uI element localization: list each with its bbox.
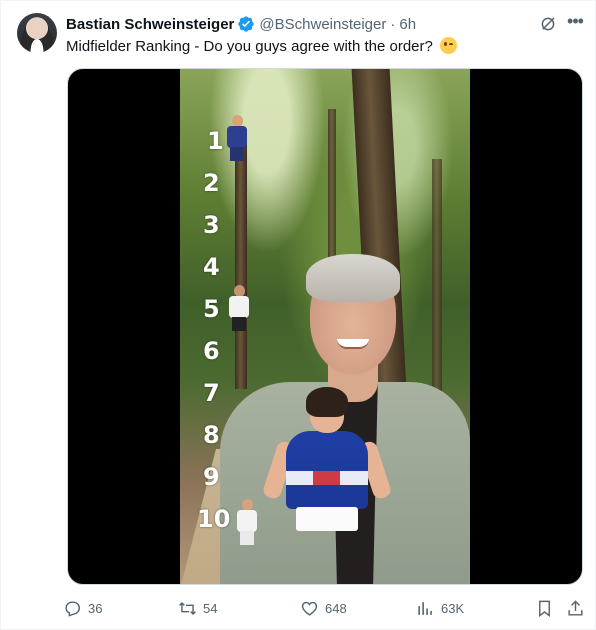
author-handle[interactable]: @BSchweinsteiger bbox=[259, 16, 386, 33]
verified-badge-icon bbox=[238, 16, 255, 32]
like-count: 648 bbox=[325, 600, 347, 616]
player-sticker-featured bbox=[261, 387, 393, 542]
rank-number: 7 bbox=[203, 379, 220, 407]
separator-dot: · bbox=[390, 15, 396, 33]
more-options-icon[interactable]: ••• bbox=[565, 12, 585, 33]
rank-number: 9 bbox=[203, 463, 220, 491]
grok-icon[interactable] bbox=[539, 15, 557, 33]
player-sticker-rank-1 bbox=[224, 115, 250, 163]
tweet-text-content: Midfielder Ranking - Do you guys agree w… bbox=[66, 38, 433, 55]
rank-number: 3 bbox=[203, 211, 220, 239]
share-icon bbox=[568, 599, 583, 616]
winking-face-icon bbox=[440, 37, 458, 54]
bookmark-button[interactable] bbox=[535, 597, 560, 619]
retweet-count: 54 bbox=[203, 600, 218, 616]
tweet-actions: 36 54 648 63K bbox=[63, 597, 593, 619]
reply-icon bbox=[65, 600, 81, 617]
heart-icon bbox=[301, 601, 318, 616]
rank-number: 4 bbox=[203, 253, 220, 281]
tweet-header: Bastian Schweinsteiger @BSchweinsteiger … bbox=[66, 14, 416, 34]
player-sticker-rank-5 bbox=[226, 285, 252, 333]
tweet-card: Bastian Schweinsteiger @BSchweinsteiger … bbox=[0, 0, 596, 630]
video-player[interactable]: 1 2 3 4 5 6 7 8 9 10 bbox=[67, 68, 583, 585]
reply-count: 36 bbox=[88, 600, 103, 616]
author-name[interactable]: Bastian Schweinsteiger bbox=[66, 16, 234, 33]
views-button[interactable]: 63K bbox=[416, 597, 464, 619]
bookmark-icon bbox=[539, 600, 550, 617]
rank-number: 1 bbox=[207, 127, 224, 155]
like-button[interactable]: 648 bbox=[300, 597, 347, 619]
views-chart-icon bbox=[418, 601, 432, 615]
video-frame[interactable]: 1 2 3 4 5 6 7 8 9 10 bbox=[180, 69, 470, 584]
player-sticker-rank-10 bbox=[234, 499, 260, 547]
retweet-button[interactable]: 54 bbox=[178, 597, 217, 619]
tweet-text: Midfielder Ranking - Do you guys agree w… bbox=[66, 37, 458, 57]
reply-button[interactable]: 36 bbox=[63, 597, 102, 619]
views-count: 63K bbox=[441, 600, 465, 616]
avatar[interactable] bbox=[17, 13, 57, 53]
share-button[interactable] bbox=[566, 597, 591, 619]
rank-number: 2 bbox=[203, 169, 220, 197]
rank-number: 5 bbox=[203, 295, 220, 323]
rank-number: 8 bbox=[203, 421, 220, 449]
rank-number: 10 bbox=[197, 505, 231, 533]
rank-number: 6 bbox=[203, 337, 220, 365]
timestamp[interactable]: 6h bbox=[399, 16, 416, 33]
retweet-icon bbox=[179, 601, 196, 615]
